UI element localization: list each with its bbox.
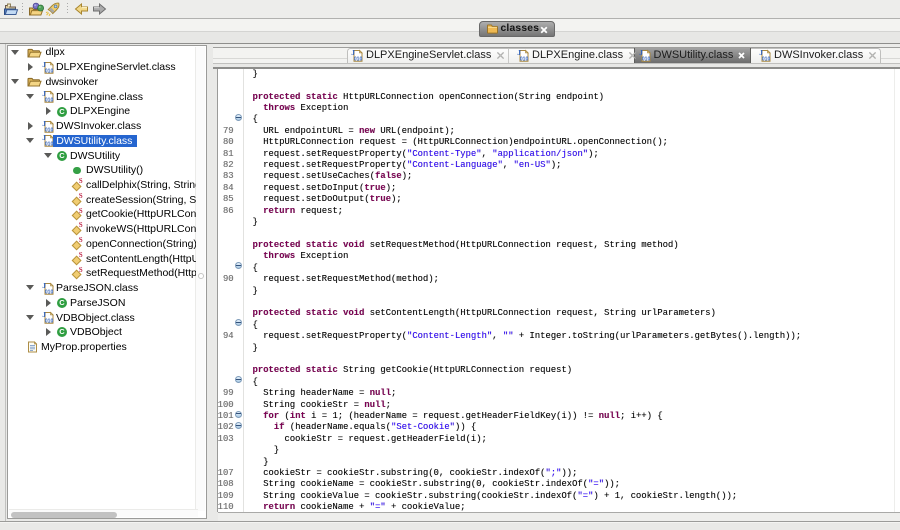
svg-text:010: 010 [45,127,54,133]
svg-text:010: 010 [520,56,529,62]
svg-text:010: 010 [45,68,54,74]
svg-text:010: 010 [354,56,363,62]
svg-text:010: 010 [45,97,54,103]
svg-text:010: 010 [762,56,771,62]
svg-text:010: 010 [641,56,650,62]
svg-text:010: 010 [45,318,54,324]
svg-text:010: 010 [45,289,54,295]
